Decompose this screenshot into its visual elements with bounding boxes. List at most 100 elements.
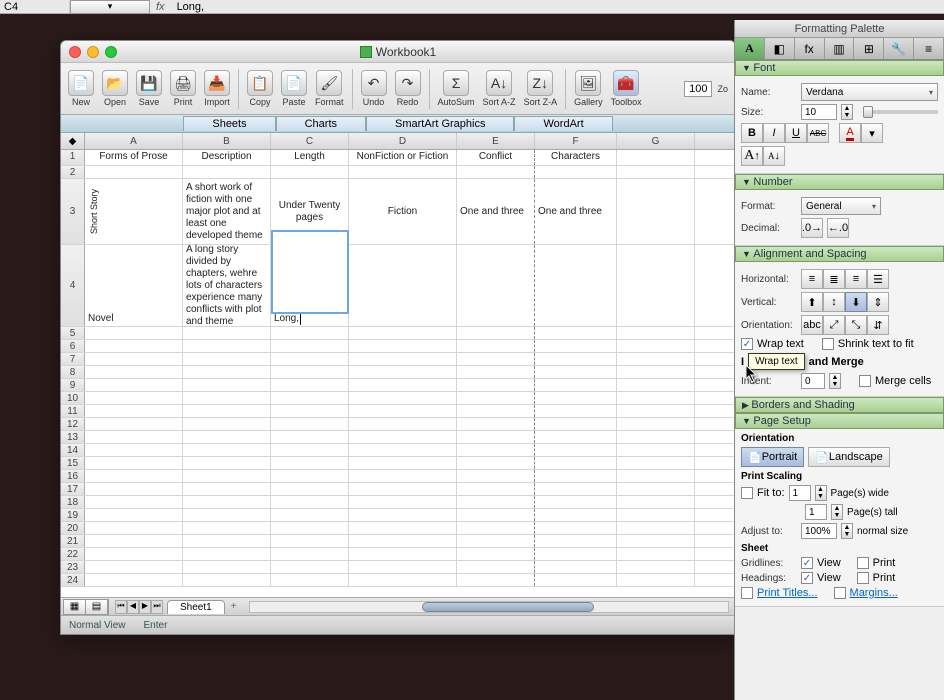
increase-decimal-button[interactable]: .0→ [801, 218, 823, 238]
align-center-button[interactable]: ≣ [823, 269, 845, 289]
normal-view-icon[interactable]: ▦ [64, 600, 86, 614]
gridlines-print-checkbox[interactable] [857, 557, 869, 569]
section-borders[interactable]: Borders and Shading [735, 397, 944, 413]
align-bottom-button[interactable]: ⬇ [845, 292, 867, 312]
margins-checkbox[interactable] [834, 587, 846, 599]
number-format-select[interactable]: General [801, 197, 881, 215]
col-header-e[interactable]: E [457, 133, 535, 149]
adjust-to-stepper[interactable]: ▲▼ [841, 523, 853, 539]
toolbox-button[interactable]: 🧰Toolbox [608, 68, 645, 109]
bold-button[interactable]: B [741, 123, 763, 143]
gallery-button[interactable]: 🖼Gallery [571, 68, 606, 109]
prev-sheet-button[interactable]: ◀ [127, 600, 139, 614]
row-header[interactable]: 4 [61, 245, 85, 326]
import-button[interactable]: 📥Import [201, 68, 233, 109]
cell-edit-overlay[interactable] [271, 230, 349, 314]
font-size-input[interactable] [801, 104, 837, 120]
zoom-value[interactable]: 100 [684, 81, 712, 97]
col-header-b[interactable]: B [183, 133, 271, 149]
tab-wordart[interactable]: WordArt [514, 116, 612, 131]
tab-sheets[interactable]: Sheets [183, 116, 275, 131]
section-font[interactable]: Font [735, 60, 944, 76]
cell[interactable] [617, 150, 695, 165]
save-button[interactable]: 💾Save [133, 68, 165, 109]
orient-angle-down-button[interactable]: ⤡ [845, 315, 867, 335]
grow-font-button[interactable]: A↑ [741, 146, 763, 166]
col-header-c[interactable]: C [271, 133, 349, 149]
align-left-button[interactable]: ≡ [801, 269, 823, 289]
pages-tall-stepper[interactable]: ▲▼ [831, 504, 843, 520]
cell[interactable]: Novel [85, 245, 183, 326]
decrease-decimal-button[interactable]: ←.0 [827, 218, 849, 238]
font-size-slider[interactable] [863, 106, 873, 118]
print-titles-checkbox[interactable] [741, 587, 753, 599]
add-sheet-button[interactable]: + [225, 601, 243, 612]
close-icon[interactable] [69, 46, 81, 58]
copy-button[interactable]: 📋Copy [244, 68, 276, 109]
tab-charts[interactable]: Charts [276, 116, 366, 131]
orient-angle-up-button[interactable]: ⤢ [823, 315, 845, 335]
palette-tab-format[interactable]: A [735, 38, 765, 59]
cell[interactable]: Description [183, 150, 271, 165]
col-header-d[interactable]: D [349, 133, 457, 149]
landscape-button[interactable]: 📄 Landscape [808, 447, 890, 467]
zoom-icon[interactable] [105, 46, 117, 58]
cell[interactable]: Length [271, 150, 349, 165]
fx-label[interactable]: fx [150, 1, 171, 13]
align-justify-button[interactable]: ☰ [867, 269, 889, 289]
font-name-select[interactable]: Verdana [801, 83, 938, 101]
sheet-tab[interactable]: Sheet1 [167, 600, 225, 614]
spreadsheet-grid[interactable]: ◆ A B C D E F G 1 Forms of Prose Descrip… [61, 133, 735, 597]
palette-tab-formula[interactable]: fx [795, 38, 825, 59]
gridlines-view-checkbox[interactable]: ✓ [801, 557, 813, 569]
align-top-button[interactable]: ⬆ [801, 292, 823, 312]
horizontal-scrollbar[interactable] [249, 601, 729, 613]
align-right-button[interactable]: ≡ [845, 269, 867, 289]
align-middle-button[interactable]: ↕ [823, 292, 845, 312]
font-color-button[interactable]: A [839, 123, 861, 143]
palette-tab-data[interactable]: ⊞ [854, 38, 884, 59]
palette-tab-chart[interactable]: ▥ [825, 38, 855, 59]
format-button[interactable]: 🖌Format [312, 68, 347, 109]
print-titles-link[interactable]: Print Titles... [757, 587, 818, 599]
new-button[interactable]: 📄New [65, 68, 97, 109]
row-header[interactable]: 2 [61, 166, 85, 178]
cell[interactable]: A long story divided by chapters, wehre … [183, 245, 271, 326]
cell[interactable]: One and three [457, 179, 535, 244]
headings-print-checkbox[interactable] [857, 572, 869, 584]
section-alignment[interactable]: Alignment and Spacing [735, 246, 944, 262]
cell[interactable]: Short Story [85, 179, 183, 244]
autosum-button[interactable]: ΣAutoSum [435, 68, 478, 109]
shrink-to-fit-checkbox[interactable] [822, 338, 834, 350]
cell[interactable]: Conflict [457, 150, 535, 165]
wrap-text-checkbox[interactable]: ✓ [741, 338, 753, 350]
redo-button[interactable]: ↷Redo [392, 68, 424, 109]
section-page-setup[interactable]: Page Setup [735, 413, 944, 429]
palette-tab-object[interactable]: ◧ [765, 38, 795, 59]
pages-tall-input[interactable] [805, 504, 827, 520]
name-box-dropdown[interactable]: ▾ [70, 0, 150, 14]
sort-az-button[interactable]: A↓Sort A-Z [480, 68, 519, 109]
paste-button[interactable]: 📄Paste [278, 68, 310, 109]
orient-horizontal-button[interactable]: abc [801, 315, 823, 335]
minimize-icon[interactable] [87, 46, 99, 58]
undo-button[interactable]: ↶Undo [358, 68, 390, 109]
shrink-font-button[interactable]: A↓ [763, 146, 785, 166]
tab-smartart[interactable]: SmartArt Graphics [366, 116, 514, 131]
cell[interactable]: A short work of fiction with one major p… [183, 179, 271, 244]
fit-to-checkbox[interactable] [741, 487, 753, 499]
margins-link[interactable]: Margins... [850, 587, 898, 599]
underline-button[interactable]: U [785, 123, 807, 143]
cell[interactable]: One and three [535, 179, 617, 244]
align-vjustify-button[interactable]: ⇕ [867, 292, 889, 312]
cell[interactable] [617, 179, 695, 244]
col-header-g[interactable]: G [617, 133, 695, 149]
sort-za-button[interactable]: Z↓Sort Z-A [521, 68, 561, 109]
cell[interactable]: Fiction [349, 179, 457, 244]
next-sheet-button[interactable]: ▶ [139, 600, 151, 614]
merge-cells-checkbox[interactable] [859, 375, 871, 387]
formula-value[interactable]: Long, [171, 1, 211, 13]
name-box[interactable]: C4 [0, 1, 70, 13]
adjust-to-input[interactable] [801, 523, 837, 539]
font-size-stepper[interactable]: ▲▼ [841, 104, 853, 120]
